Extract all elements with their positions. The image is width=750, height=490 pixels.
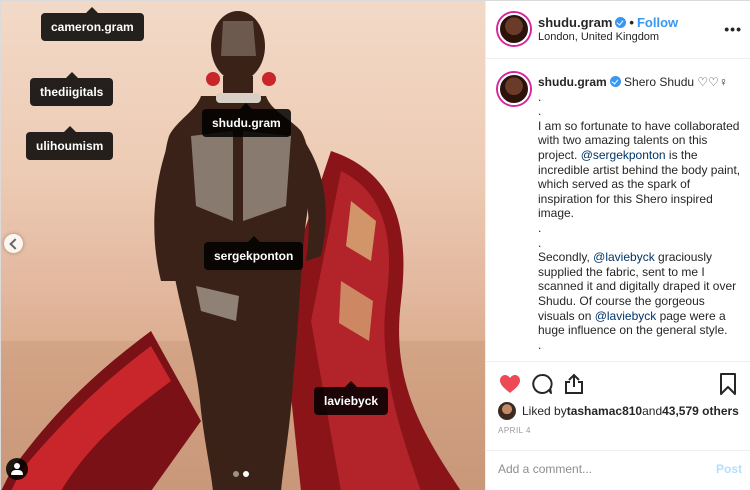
follow-button[interactable]: Follow [637, 15, 678, 30]
comments-area[interactable]: shudu.gram Shero Shudu ♡♡♀ . . I am so f… [486, 59, 750, 361]
user-tags-icon[interactable] [6, 458, 28, 480]
add-comment-bar: Add a comment... Post [486, 450, 750, 490]
likes-row: Liked by tashamac810 and 43,579 others [498, 402, 739, 420]
mention-sergekponton[interactable]: @sergekponton [581, 148, 666, 162]
caption-dot: . [538, 337, 542, 352]
mention-laviebyck[interactable]: @laviebyck [595, 309, 657, 323]
more-options-icon[interactable]: ••• [724, 21, 742, 37]
caption-avatar[interactable] [498, 73, 530, 105]
user-tag-laviebyck[interactable]: laviebyck [314, 381, 389, 415]
caption-username[interactable]: shudu.gram [538, 75, 607, 89]
liker-avatar[interactable] [498, 402, 516, 420]
carousel-prev-button[interactable] [4, 234, 23, 253]
liked-by-user[interactable]: tashamac810 [567, 404, 642, 418]
comment-icon[interactable] [530, 372, 554, 396]
caption-first-line: Shero Shudu ♡♡♀ [624, 75, 728, 89]
user-tag-cameron-gram[interactable]: cameron.gram [41, 7, 144, 41]
user-tag-thediigitals[interactable]: thediigitals [30, 72, 114, 106]
user-tag-sergekponton[interactable]: sergekponton [204, 236, 304, 270]
post-header: shudu.gram • Follow London, United Kingdom… [486, 1, 750, 59]
carousel-dot [233, 471, 239, 477]
caption: shudu.gram Shero Shudu ♡♡♀ . . I am so f… [538, 75, 744, 352]
location-link[interactable]: London, United Kingdom [538, 31, 659, 43]
verified-icon [609, 76, 621, 87]
comment-input[interactable]: Add a comment... [498, 462, 592, 476]
share-icon[interactable] [562, 372, 586, 396]
post-date[interactable]: APRIL 4 [498, 426, 531, 435]
user-tag-shudu-gram[interactable]: shudu.gram [202, 103, 291, 137]
avatar[interactable] [498, 13, 530, 45]
header-username-row: shudu.gram • Follow [538, 15, 678, 30]
verified-icon [615, 17, 627, 28]
caption-dot: . [538, 104, 542, 119]
post: cameron.gram thediigitals ulihoumism shu… [0, 0, 750, 490]
caption-dot: . [538, 89, 542, 104]
post-actions: Liked by tashamac810 and 43,579 others A… [486, 361, 750, 441]
liked-and: and [642, 404, 663, 418]
post-sidebar: shudu.gram • Follow London, United Kingdom… [485, 1, 750, 490]
caption-text: Secondly, [538, 250, 594, 265]
post-image[interactable]: cameron.gram thediigitals ulihoumism shu… [1, 1, 485, 490]
header-username[interactable]: shudu.gram [538, 15, 612, 30]
heart-icon[interactable] [498, 372, 522, 396]
bookmark-icon[interactable] [716, 372, 740, 396]
mention-laviebyck[interactable]: @laviebyck [593, 250, 655, 264]
user-tag-ulihoumism[interactable]: ulihoumism [26, 126, 114, 160]
caption-dot: . [538, 220, 542, 235]
carousel-indicator [233, 471, 249, 477]
separator: • [629, 15, 634, 30]
post-comment-button[interactable]: Post [716, 462, 742, 476]
liked-by-prefix: Liked by [522, 404, 567, 418]
likes-count[interactable]: 43,579 others [662, 404, 739, 418]
carousel-dot-active [243, 471, 249, 477]
caption-dot: . [538, 235, 542, 250]
